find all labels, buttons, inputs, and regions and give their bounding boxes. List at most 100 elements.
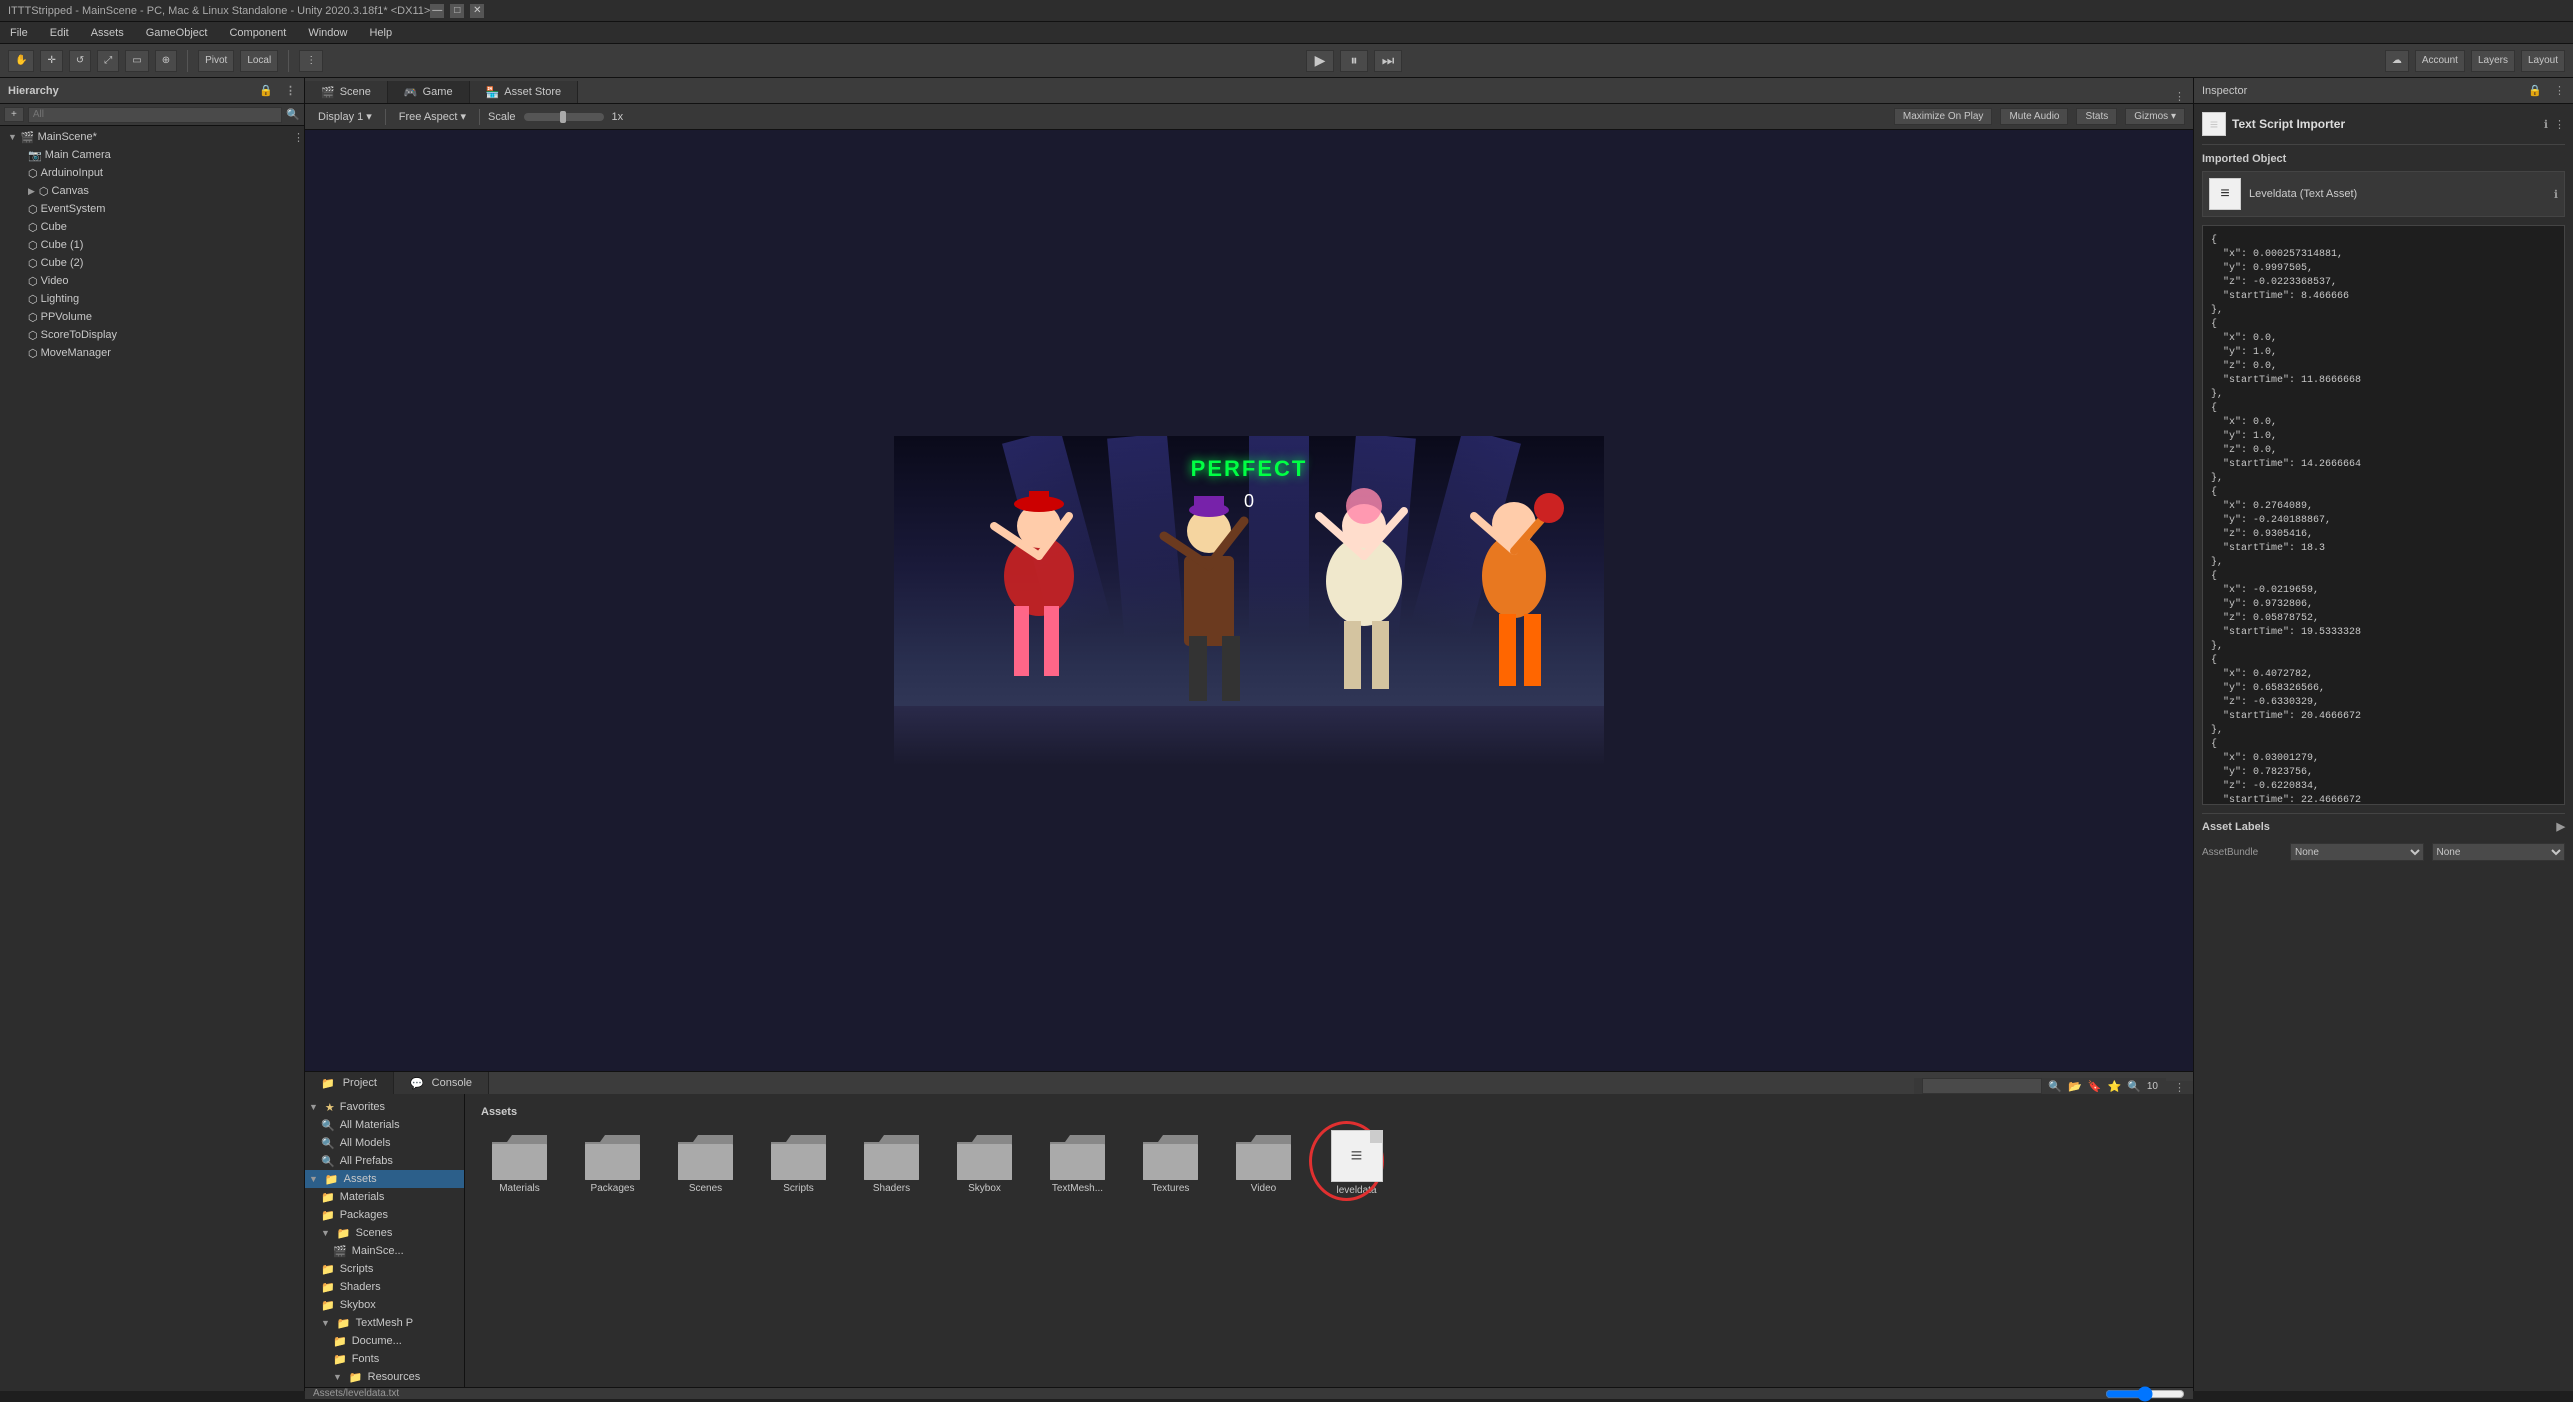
pivot-button[interactable]: Pivot: [198, 50, 234, 72]
move-tool[interactable]: ✛: [40, 50, 62, 72]
hierarchy-item-cube1[interactable]: ⬡ Cube (1): [0, 236, 304, 254]
hierarchy-item-canvas[interactable]: ▶ ⬡ Canvas: [0, 182, 304, 200]
hierarchy-item-cube[interactable]: ⬡ Cube: [0, 218, 304, 236]
scale-tool[interactable]: ⤢: [97, 50, 119, 72]
stats-button[interactable]: Stats: [2076, 108, 2117, 125]
scale-handle[interactable]: [560, 111, 566, 123]
scene-panel-menu[interactable]: ⋮: [2166, 90, 2193, 103]
project-star-icon[interactable]: ⭐: [2107, 1080, 2121, 1093]
packages-tree-item[interactable]: 📁 Packages: [305, 1206, 464, 1224]
docs-tree-item[interactable]: 📁 Docume...: [305, 1332, 464, 1350]
hierarchy-item-lighting[interactable]: ⬡ Lighting: [0, 290, 304, 308]
aspect-dropdown[interactable]: Free Aspect ▾: [394, 109, 471, 124]
hierarchy-lock-icon[interactable]: 🔒: [259, 84, 273, 97]
hierarchy-item-movemanager[interactable]: ⬡ MoveManager: [0, 344, 304, 362]
tab-console[interactable]: 💬 Console: [394, 1072, 489, 1094]
scripts-tree-item[interactable]: 📁 Scripts: [305, 1260, 464, 1278]
project-bookmark-icon[interactable]: 🔖: [2088, 1080, 2102, 1093]
hierarchy-add-button[interactable]: +: [4, 107, 24, 122]
all-models-item[interactable]: 🔍 All Models: [305, 1134, 464, 1152]
menu-gameobject[interactable]: GameObject: [142, 25, 212, 41]
maximize-on-play-button[interactable]: Maximize On Play: [1894, 108, 1993, 125]
hierarchy-menu-icon[interactable]: ⋮: [285, 84, 296, 97]
gizmos-button[interactable]: Gizmos ▾: [2125, 108, 2185, 125]
materials-tree-item[interactable]: 📁 Materials: [305, 1188, 464, 1206]
hierarchy-item-menu[interactable]: ⋮: [293, 131, 304, 144]
asset-packages[interactable]: Packages: [570, 1126, 655, 1200]
project-zoom-icon[interactable]: 🔍: [2127, 1080, 2141, 1093]
snap-button[interactable]: ⋮: [299, 50, 323, 72]
hierarchy-search-icon[interactable]: 🔍: [286, 108, 300, 121]
tab-game[interactable]: 🎮 Game: [388, 81, 470, 103]
menu-edit[interactable]: Edit: [46, 25, 73, 41]
hierarchy-item-arduinoinput[interactable]: ⬡ ArduinoInput: [0, 164, 304, 182]
skybox-tree-item[interactable]: 📁 Skybox: [305, 1296, 464, 1314]
mute-audio-button[interactable]: Mute Audio: [2000, 108, 2068, 125]
step-button[interactable]: ⏭: [1374, 50, 1402, 72]
pause-button[interactable]: ⏸: [1340, 50, 1368, 72]
mainscene-tree-item[interactable]: 🎬 MainSce...: [305, 1242, 464, 1260]
cloud-button[interactable]: ☁: [2385, 50, 2409, 72]
bottom-panel-menu[interactable]: ⋮: [2166, 1081, 2193, 1094]
menu-help[interactable]: Help: [365, 25, 396, 41]
play-button[interactable]: ▶: [1306, 50, 1334, 72]
menu-component[interactable]: Component: [225, 25, 290, 41]
rect-tool[interactable]: ▭: [125, 50, 148, 72]
inspector-info-icon[interactable]: ℹ: [2544, 118, 2548, 131]
hierarchy-search-input[interactable]: [28, 107, 282, 123]
layout-button[interactable]: Layout: [2521, 50, 2565, 72]
asset-leveldata[interactable]: ≡ leveldata: [1314, 1126, 1399, 1200]
hierarchy-item-cube2[interactable]: ⬡ Cube (2): [0, 254, 304, 272]
asset-materials[interactable]: Materials: [477, 1126, 562, 1200]
local-button[interactable]: Local: [240, 50, 278, 72]
textmesh-tree-item[interactable]: ▼ 📁 TextMesh P: [305, 1314, 464, 1332]
asset-labels-expand-icon[interactable]: ▶: [2557, 820, 2565, 833]
transform-tool[interactable]: ⊕: [155, 50, 177, 72]
inspector-options-icon[interactable]: ⋮: [2554, 118, 2565, 131]
hierarchy-item-mainscene[interactable]: ▼ 🎬 MainScene* ⋮: [0, 128, 304, 146]
hand-tool[interactable]: ✋: [8, 50, 34, 72]
tab-asset-store[interactable]: 🏪 Asset Store: [470, 81, 579, 103]
hierarchy-item-scoretodisplay[interactable]: ⬡ ScoreToDisplay: [0, 326, 304, 344]
display-dropdown[interactable]: Display 1 ▾: [313, 109, 377, 124]
favorites-item[interactable]: ▼ ★ Favorites: [305, 1098, 464, 1116]
menu-file[interactable]: File: [6, 25, 32, 41]
scenes-tree-item[interactable]: ▼ 📁 Scenes: [305, 1224, 464, 1242]
inspector-lock-icon[interactable]: 🔒: [2528, 84, 2542, 97]
rotate-tool[interactable]: ↺: [69, 50, 91, 72]
asset-textures[interactable]: Textures: [1128, 1126, 1213, 1200]
assets-root-item[interactable]: ▼ 📁 Assets: [305, 1170, 464, 1188]
project-search-icon[interactable]: 🔍: [2048, 1080, 2062, 1093]
asset-scripts[interactable]: Scripts: [756, 1126, 841, 1200]
maximize-button[interactable]: □: [450, 4, 464, 18]
hierarchy-item-ppvolume[interactable]: ⬡ PPVolume: [0, 308, 304, 326]
hierarchy-item-video[interactable]: ⬡ Video: [0, 272, 304, 290]
fonts-tree-item[interactable]: 📁 Fonts: [305, 1350, 464, 1368]
asset-scenes[interactable]: Scenes: [663, 1126, 748, 1200]
all-materials-item[interactable]: 🔍 All Materials: [305, 1116, 464, 1134]
asset-bundle-variant-select[interactable]: None: [2432, 843, 2566, 861]
info-circle-icon[interactable]: ℹ: [2554, 188, 2558, 201]
asset-skybox[interactable]: Skybox: [942, 1126, 1027, 1200]
menu-assets[interactable]: Assets: [87, 25, 128, 41]
project-folder-icon[interactable]: 📂: [2068, 1080, 2082, 1093]
account-button[interactable]: Account: [2415, 50, 2465, 72]
asset-textmesh[interactable]: TextMesh...: [1035, 1126, 1120, 1200]
minimize-button[interactable]: —: [430, 4, 444, 18]
project-search-input[interactable]: [1922, 1078, 2042, 1094]
hierarchy-item-main-camera[interactable]: 📷 Main Camera: [0, 146, 304, 164]
asset-bundle-select[interactable]: None: [2290, 843, 2424, 861]
asset-video[interactable]: Video: [1221, 1126, 1306, 1200]
resources-tree-item[interactable]: ▼ 📁 Resources: [305, 1368, 464, 1386]
tab-project[interactable]: 📁 Project: [305, 1072, 394, 1094]
layers-button[interactable]: Layers: [2471, 50, 2515, 72]
hierarchy-item-eventsystem[interactable]: ⬡ EventSystem: [0, 200, 304, 218]
close-button[interactable]: ✕: [470, 4, 484, 18]
shaders-tree-item[interactable]: 📁 Shaders: [305, 1278, 464, 1296]
menu-window[interactable]: Window: [304, 25, 351, 41]
all-prefabs-item[interactable]: 🔍 All Prefabs: [305, 1152, 464, 1170]
tab-scene[interactable]: 🎬 Scene: [305, 81, 388, 103]
inspector-menu-icon[interactable]: ⋮: [2554, 84, 2565, 97]
resources-tree-label: Resources: [368, 1371, 421, 1383]
asset-shaders[interactable]: Shaders: [849, 1126, 934, 1200]
